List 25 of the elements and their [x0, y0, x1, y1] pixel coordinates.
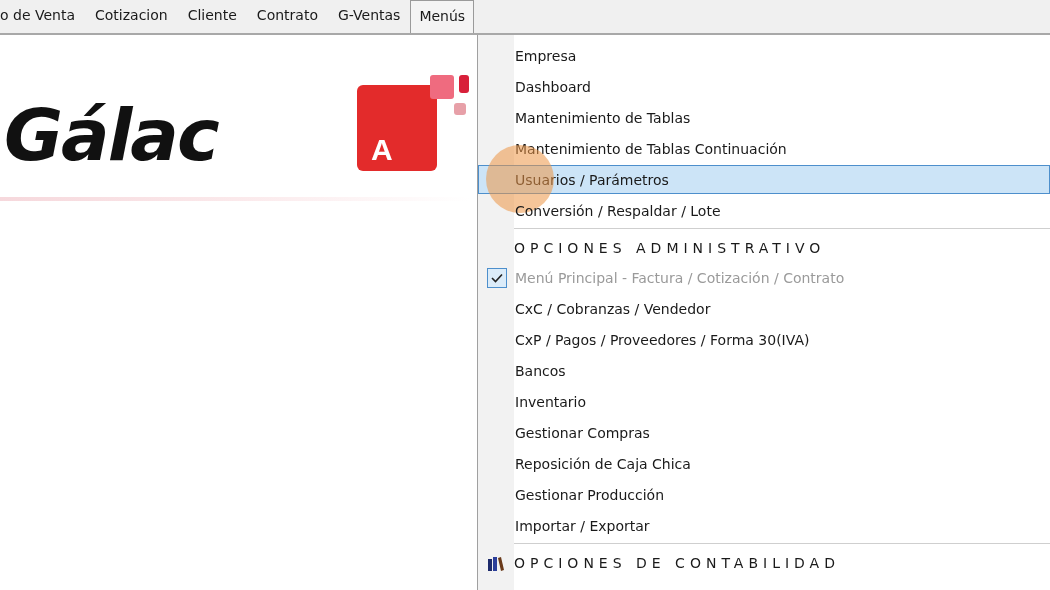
- menu-item[interactable]: Dashboard: [478, 72, 1050, 101]
- menu-item[interactable]: CxC / Cobranzas / Vendedor: [478, 294, 1050, 323]
- menu-item[interactable]: Inventario: [478, 387, 1050, 416]
- menu-bar-item[interactable]: Cotizacion: [85, 5, 178, 33]
- menu-bar-item[interactable]: o de Venta: [0, 5, 85, 33]
- menu-item[interactable]: Gestionar Producción: [478, 480, 1050, 509]
- menu-bar-item[interactable]: Cliente: [177, 5, 247, 33]
- books-icon: [487, 554, 505, 571]
- menu-bar-item[interactable]: Menús: [410, 0, 475, 33]
- menu-item[interactable]: Mantenimiento de Tablas: [478, 103, 1050, 132]
- menu-item[interactable]: Conversión / Respaldar / Lote: [478, 196, 1050, 225]
- menu-bar-item[interactable]: Contrato: [246, 5, 328, 33]
- menu-item[interactable]: Gestionar Compras: [478, 418, 1050, 447]
- menu-item[interactable]: CxP / Pagos / Proveedores / Forma 30(IVA): [478, 325, 1050, 354]
- menu-item[interactable]: Importar / Exportar: [478, 511, 1050, 540]
- logo-text: Gálac: [4, 95, 220, 175]
- checkmark-icon: [487, 267, 507, 288]
- menu-item[interactable]: Usuarios / Parámetros: [478, 165, 1050, 194]
- menu-item[interactable]: Reposición de Caja Chica: [478, 449, 1050, 478]
- menu-item[interactable]: Bancos: [478, 356, 1050, 385]
- menu-item[interactable]: Empresa: [478, 41, 1050, 70]
- menu-item[interactable]: Mantenimiento de Tablas Continuación: [478, 134, 1050, 163]
- section-header: OPCIONES ADMINISTRATIVO: [514, 239, 826, 256]
- menu-bar-item[interactable]: G-Ventas: [327, 5, 411, 33]
- section-header: OPCIONES DE CONTABILIDAD: [514, 554, 840, 571]
